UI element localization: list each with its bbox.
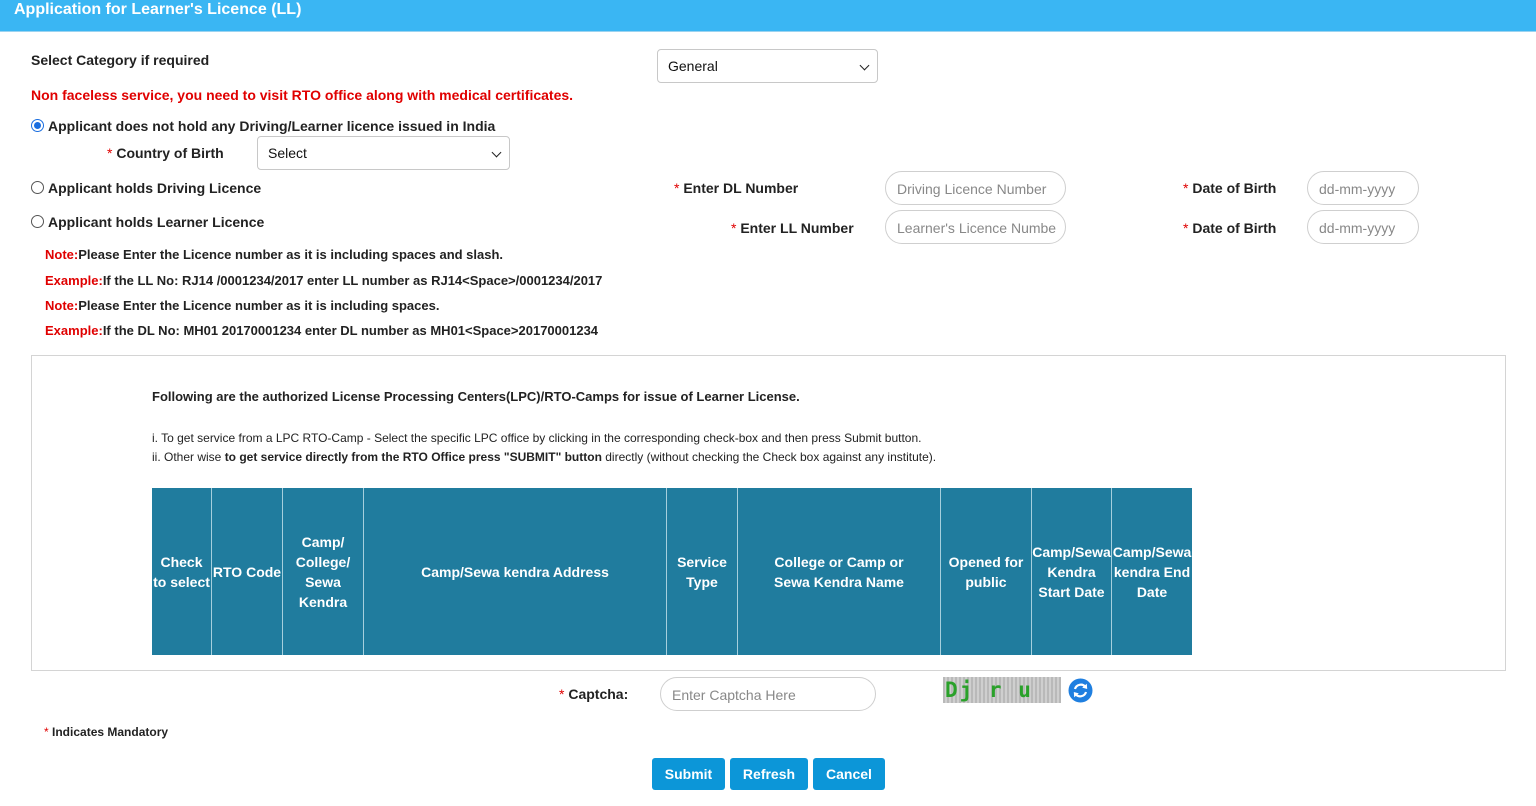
radio-driving-licence[interactable] [31,181,44,194]
lpc-heading: Following are the authorized License Pro… [152,389,800,404]
ll-dob-label: * Date of Birth [1183,220,1277,236]
column-header: RTO Code [212,488,283,655]
category-select-value: General [668,58,718,74]
captcha-label: * Captcha: [559,686,629,702]
captcha-input[interactable]: Enter Captcha Here [660,677,876,711]
note-line: Note:Please Enter the Licence number as … [45,247,504,262]
column-header: Camp/Sewa kendra Address [364,488,667,655]
cancel-button[interactable]: Cancel [813,758,885,790]
note-line: Example:If the LL No: RJ14 /0001234/2017… [45,273,603,288]
radio-driving-licence-label: Applicant holds Driving Licence [48,180,262,196]
lpc-table-header: Check to select RTO Code Camp/ College/ … [152,488,1192,655]
faceless-warning: Non faceless service, you need to visit … [31,87,574,103]
chevron-down-icon [859,60,870,71]
column-header: Service Type [667,488,738,655]
captcha-refresh-icon[interactable] [1068,678,1093,703]
chevron-down-icon [491,147,502,158]
refresh-button[interactable]: Refresh [730,758,808,790]
ll-dob-input[interactable]: dd-mm-yyyy [1307,210,1419,244]
note-line: Note:Please Enter the Licence number as … [45,298,440,313]
ll-number-label: * Enter LL Number [731,220,854,236]
column-header: Opened for public [941,488,1032,655]
radio-learner-licence-label: Applicant holds Learner Licence [48,214,265,230]
dl-dob-label: * Date of Birth [1183,180,1277,196]
category-label: Select Category if required [31,52,210,68]
captcha-image: Dj r u m U [943,677,1061,703]
note-line: Example:If the DL No: MH01 20170001234 e… [45,323,599,338]
radio-no-licence-label: Applicant does not hold any Driving/Lear… [48,118,496,134]
dl-dob-input[interactable]: dd-mm-yyyy [1307,171,1419,205]
column-header: Camp/ College/ Sewa Kendra [283,488,364,655]
page-header: Application for Learner's Licence (LL) [0,0,1536,32]
column-header: College or Camp or Sewa Kendra Name [738,488,941,655]
country-of-birth-select[interactable]: Select [257,136,510,170]
column-header: Camp/Sewa kendra End Date [1112,543,1192,600]
column-header: Camp/Sewa Kendra Start Date [1032,488,1112,655]
radio-no-licence[interactable] [31,119,44,132]
page-title: Application for Learner's Licence (LL) [14,1,302,18]
radio-learner-licence[interactable] [31,215,44,228]
lpc-instruction-2: ii. Other wise to get service directly f… [152,450,937,464]
mandatory-note: * Indicates Mandatory [44,725,169,739]
category-select[interactable]: General [657,49,878,83]
country-of-birth-label: * Country of Birth [107,145,224,161]
lpc-instruction-1: i. To get service from a LPC RTO-Camp - … [152,431,922,445]
submit-button[interactable]: Submit [652,758,725,790]
column-header: Check to select [152,488,212,655]
dl-number-label: * Enter DL Number [674,180,799,196]
country-select-value: Select [268,145,307,161]
dl-number-input[interactable]: Driving Licence Number [885,171,1066,205]
ll-number-input[interactable]: Learner's Licence Numbe [885,210,1066,244]
